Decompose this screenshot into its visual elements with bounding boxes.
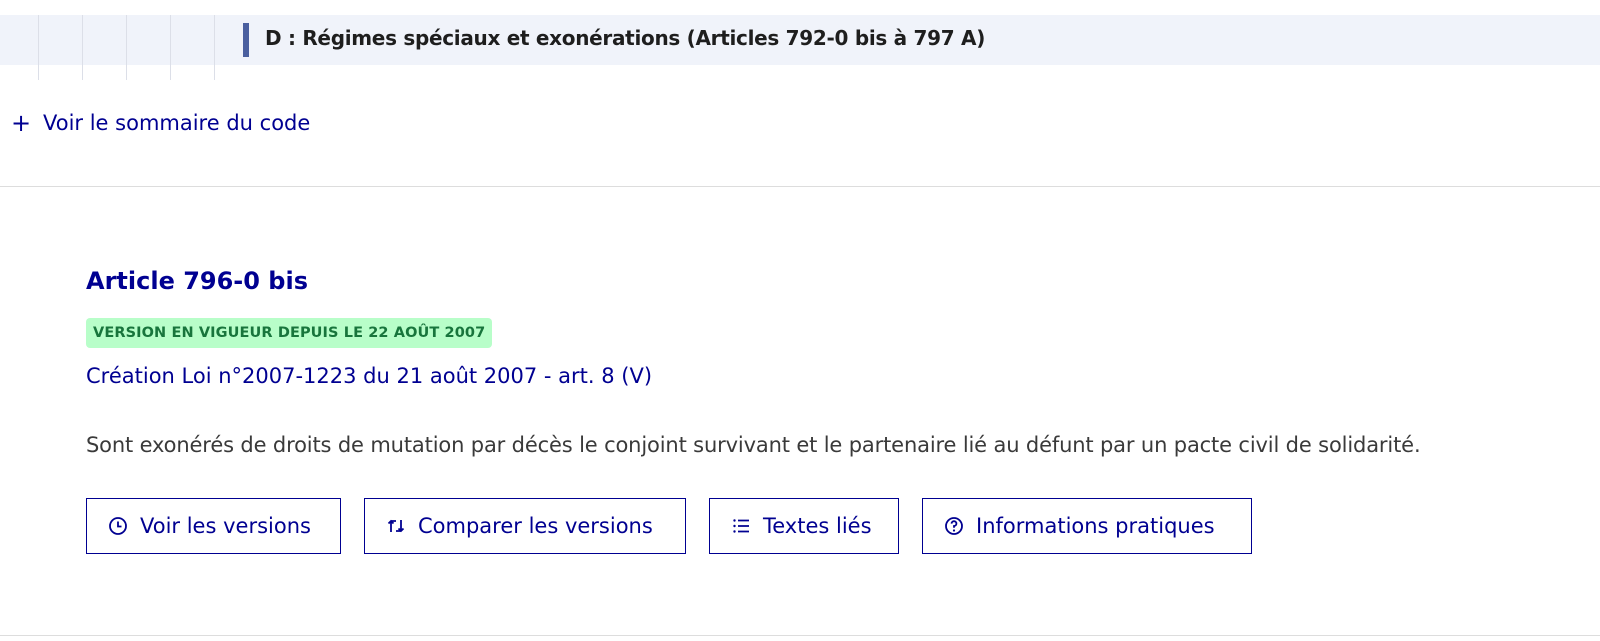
compare-arrows-icon — [385, 515, 407, 537]
tree-indent-line — [170, 15, 171, 80]
compare-versions-button[interactable]: Comparer les versions — [364, 498, 686, 554]
tree-indent-line — [82, 15, 83, 80]
tree-indent-line — [214, 15, 215, 80]
tree-indent-line — [126, 15, 127, 80]
list-icon — [730, 515, 752, 537]
article-title: Article 796-0 bis — [86, 267, 308, 295]
view-versions-button[interactable]: Voir les versions — [86, 498, 341, 554]
show-code-summary-link[interactable]: + Voir le sommaire du code — [10, 107, 310, 139]
section-accent-bar — [243, 23, 249, 57]
clock-icon — [107, 515, 129, 537]
divider — [0, 635, 1600, 636]
article-body-text: Sont exonérés de droits de mutation par … — [86, 433, 1421, 457]
tree-indent-line — [38, 15, 39, 80]
version-status-badge: VERSION EN VIGUEUR DEPUIS LE 22 AOÛT 200… — [86, 318, 493, 348]
practical-info-button[interactable]: Informations pratiques — [922, 498, 1252, 554]
practical-info-label: Informations pratiques — [976, 514, 1215, 538]
compare-versions-label: Comparer les versions — [418, 514, 653, 538]
view-versions-label: Voir les versions — [140, 514, 311, 538]
related-texts-button[interactable]: Textes liés — [709, 498, 899, 554]
section-title[interactable]: D : Régimes spéciaux et exonérations (Ar… — [265, 26, 985, 50]
related-texts-label: Textes liés — [763, 514, 872, 538]
plus-icon: + — [10, 109, 32, 137]
divider — [0, 186, 1600, 187]
creation-reference-link[interactable]: Création Loi n°2007-1223 du 21 août 2007… — [86, 364, 652, 388]
show-code-summary-label: Voir le sommaire du code — [43, 111, 311, 135]
question-circle-icon — [943, 515, 965, 537]
